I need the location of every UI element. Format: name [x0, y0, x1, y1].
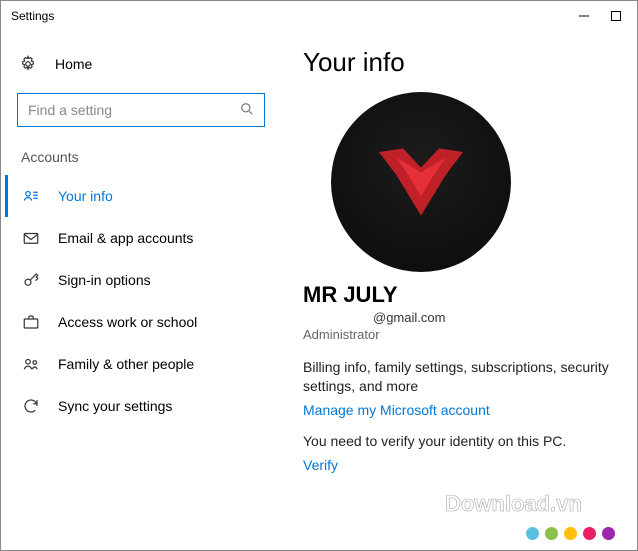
nav-label: Sign-in options	[58, 272, 151, 288]
nav-your-info[interactable]: Your info	[5, 175, 277, 217]
gear-icon	[19, 55, 37, 73]
nav-signin-options[interactable]: Sign-in options	[5, 259, 277, 301]
nav-label: Family & other people	[58, 356, 194, 372]
avatar	[331, 92, 511, 272]
window-title: Settings	[9, 9, 577, 23]
section-header: Accounts	[5, 149, 277, 175]
nav-sync[interactable]: Sync your settings	[5, 385, 277, 427]
verify-link[interactable]: Verify	[303, 457, 338, 473]
minimize-button[interactable]	[577, 9, 591, 23]
nav-label: Access work or school	[58, 314, 197, 330]
verify-prompt: You need to verify your identity on this…	[303, 432, 615, 451]
nav-email-accounts[interactable]: Email & app accounts	[5, 217, 277, 259]
nav-label: Sync your settings	[58, 398, 172, 414]
main-panel: Your info MR JULY @gmail.com Administrat…	[281, 31, 637, 550]
nav-access-work[interactable]: Access work or school	[5, 301, 277, 343]
dot-icon	[526, 527, 539, 540]
home-label: Home	[55, 56, 92, 72]
nav-label: Email & app accounts	[58, 230, 193, 246]
titlebar: Settings	[1, 1, 637, 31]
user-email: @gmail.com	[303, 310, 615, 325]
dot-icon	[545, 527, 558, 540]
key-icon	[22, 271, 40, 289]
search-icon	[240, 102, 254, 119]
account-description: Billing info, family settings, subscript…	[303, 358, 615, 396]
nav-family[interactable]: Family & other people	[5, 343, 277, 385]
home-nav[interactable]: Home	[5, 49, 277, 87]
search-input[interactable]	[28, 102, 240, 118]
maximize-button[interactable]	[609, 9, 623, 23]
decorative-dots	[526, 527, 615, 540]
mail-icon	[22, 229, 40, 247]
user-role: Administrator	[303, 327, 615, 342]
dot-icon	[564, 527, 577, 540]
search-box[interactable]	[17, 93, 265, 127]
sync-icon	[22, 397, 40, 415]
briefcase-icon	[22, 313, 40, 331]
dot-icon	[602, 527, 615, 540]
nav-label: Your info	[58, 188, 113, 204]
sidebar: Home Accounts Your info Email & app acco…	[1, 31, 281, 550]
user-name: MR JULY	[303, 282, 615, 308]
page-title: Your info	[303, 47, 615, 78]
dot-icon	[583, 527, 596, 540]
person-card-icon	[22, 187, 40, 205]
manage-account-link[interactable]: Manage my Microsoft account	[303, 402, 490, 418]
people-icon	[22, 355, 40, 373]
window-controls	[577, 9, 629, 23]
